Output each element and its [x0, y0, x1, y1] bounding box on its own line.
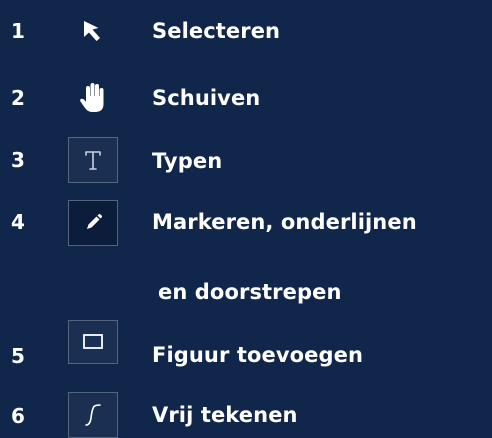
tool-label-freehand: Vrij tekenen	[152, 403, 298, 427]
hand-icon[interactable]	[68, 75, 118, 121]
tool-label-select: Selecteren	[152, 19, 281, 43]
rectangle-icon[interactable]	[68, 320, 118, 364]
arrow-cursor-icon[interactable]	[68, 9, 118, 55]
tool-label-markup-line2: en doorstrepen	[158, 280, 342, 304]
tool-label-type: Typen	[152, 149, 223, 173]
tool-number: 2	[11, 86, 25, 110]
tool-label-pan: Schuiven	[152, 86, 261, 110]
pencil-icon[interactable]	[68, 200, 118, 246]
text-t-icon[interactable]	[68, 137, 118, 183]
freehand-curve-icon[interactable]	[68, 392, 118, 438]
tool-number: 4	[11, 210, 25, 234]
tool-number: 5	[11, 344, 25, 368]
tool-number: 1	[11, 19, 25, 43]
tool-number: 6	[11, 404, 25, 428]
tool-label-shape: Figuur toevoegen	[152, 343, 364, 367]
tool-label-markup: Markeren, onderlijnen	[152, 210, 417, 234]
tool-number: 3	[11, 148, 25, 172]
